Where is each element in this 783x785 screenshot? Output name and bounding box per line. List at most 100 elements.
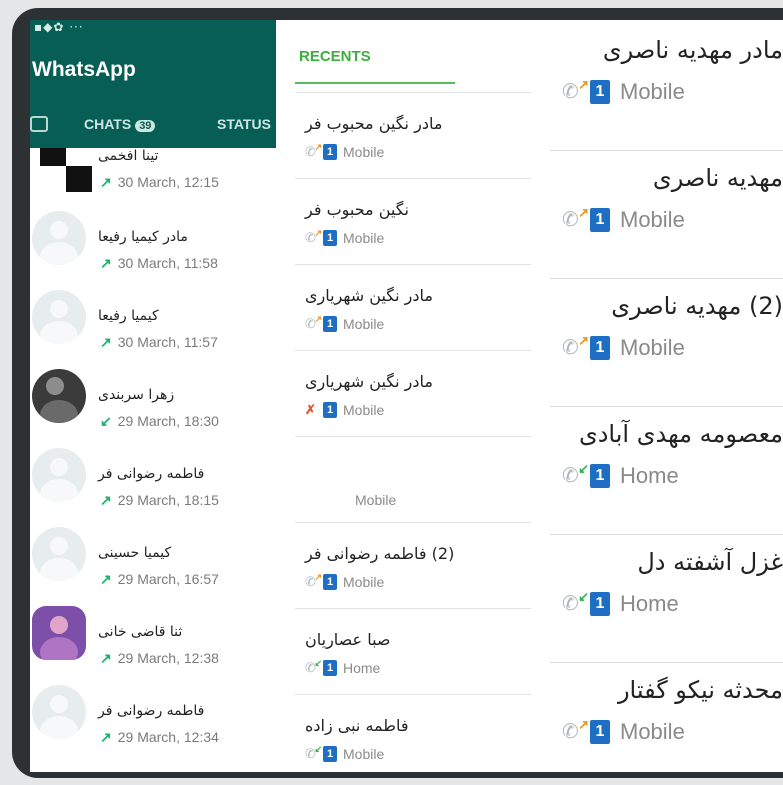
sim-1-icon: 1	[323, 316, 337, 332]
avatar[interactable]	[32, 211, 86, 265]
call-time-text: 29 March, 18:30	[117, 413, 219, 429]
number-type: Mobile	[343, 316, 385, 332]
call-time: ↗ 29 March, 12:34	[100, 729, 219, 746]
recent-item[interactable]: Mobile	[295, 444, 531, 524]
arrow-out-icon: ↗	[578, 205, 589, 220]
call-row[interactable]: زهرا سربندی ↙ 29 March, 18:30	[30, 357, 276, 436]
caller-name: کیمیا رفیعا	[98, 308, 159, 324]
call-time-text: 29 March, 12:38	[117, 650, 219, 666]
contact-call-meta: ✆ ↙ 1 Home	[562, 589, 679, 617]
outgoing-arrow-icon: ↗	[100, 650, 112, 666]
call-time-text: 29 March, 12:34	[117, 729, 219, 745]
caller-name: ثنا قاضی خانی	[98, 624, 183, 640]
contact-name: محدثه نیکو گفتار	[617, 676, 783, 704]
avatar[interactable]	[32, 606, 86, 660]
tab-chats-label: CHATS	[84, 116, 132, 132]
call-row[interactable]: کیمیا رفیعا ↗ 30 March, 11:57	[30, 278, 276, 357]
recent-call-meta: ✆ ↙ 1 Home	[305, 658, 380, 676]
recent-item[interactable]: فاطمه نبی زاده ✆ ↙ 1 Mobile	[295, 702, 531, 772]
contact-item[interactable]: معصومه مهدی آبادی ✆ ↙ 1 Home	[550, 418, 783, 528]
number-type: Mobile	[620, 207, 685, 232]
sim-1-icon: 1	[590, 208, 610, 232]
sim-1-icon: 1	[323, 574, 337, 590]
recent-contact-name: مادر نگین محبوب فر	[305, 114, 443, 133]
call-time: ↗ 29 March, 16:57	[100, 571, 219, 588]
sim-1-icon: 1	[590, 336, 610, 360]
contact-name: (2) مهدیه ناصری	[611, 292, 783, 320]
sim-1-icon: 1	[590, 720, 610, 744]
number-type: Mobile	[343, 402, 385, 418]
arrow-in-icon: ↙	[578, 461, 589, 476]
call-time-text: 29 March, 16:57	[117, 571, 219, 587]
arrow-out-icon: ↗	[578, 717, 589, 732]
contact-call-meta: ✆ ↗ 1 Mobile	[562, 205, 685, 233]
avatar[interactable]	[32, 448, 86, 502]
recent-item[interactable]: (2) فاطمه رضوانی فر ✆ ↗ 1 Mobile	[295, 530, 531, 610]
contact-name: غزل آشفته دل	[637, 548, 783, 576]
contact-name: مهدیه ناصری	[652, 164, 783, 192]
contact-item[interactable]: غزل آشفته دل ✆ ↙ 1 Home	[550, 546, 783, 656]
contact-item[interactable]: (2) مهدیه ناصری ✆ ↗ 1 Mobile	[550, 290, 783, 400]
avatar[interactable]	[32, 527, 86, 581]
tab-status[interactable]: STATUS	[217, 116, 271, 132]
arrow-in-icon: ↙	[314, 744, 322, 754]
call-row[interactable]: کیمیا حسینی ↗ 29 March, 16:57	[30, 515, 276, 594]
recent-item[interactable]: مادر نگین شهریاری ✆ ↗ 1 Mobile	[295, 272, 531, 352]
recent-contact-name: فاطمه نبی زاده	[305, 716, 409, 735]
recent-item[interactable]: صبا عصاریان ✆ ↙ 1 Home	[295, 616, 531, 696]
number-type: Home	[620, 463, 679, 488]
recents-tab[interactable]: RECENTS	[299, 48, 371, 65]
call-time-text: 29 March, 18:15	[117, 492, 219, 508]
arrow-out-icon: ↗	[314, 228, 322, 238]
call-time-text: 30 March, 11:57	[117, 334, 218, 350]
divider	[295, 694, 531, 695]
avatar[interactable]	[32, 369, 86, 423]
caller-name: کیمیا حسینی	[98, 545, 172, 561]
number-type: Mobile	[620, 79, 685, 104]
outgoing-arrow-icon: ↗	[100, 334, 112, 350]
divider	[295, 436, 531, 437]
outgoing-call-icon: ✆ ↗	[305, 228, 322, 245]
contact-call-meta: ✆ ↗ 1 Mobile	[562, 77, 685, 105]
recent-item[interactable]: نگین محبوب فر ✆ ↗ 1 Mobile	[295, 186, 531, 266]
sim-1-icon: 1	[590, 464, 610, 488]
contacts-panel: مادر مهدیه ناصری ✆ ↗ 1 Mobile مهدیه ناصری ✆ ↗ 1 M…	[550, 20, 783, 772]
recent-call-meta: ✆ ↗ 1 Mobile	[305, 142, 384, 160]
recents-tab-indicator	[295, 82, 455, 84]
recent-item[interactable]: مادر نگین محبوب فر ✆ ↗ 1 Mobile	[295, 100, 531, 180]
call-row[interactable]: فاطمه رضوانی فر ↗ 29 March, 12:34	[30, 673, 276, 752]
contact-item[interactable]: مهدیه ناصری ✆ ↗ 1 Mobile	[550, 162, 783, 272]
tab-chats[interactable]: CHATS 39	[84, 116, 156, 132]
call-row[interactable]: مادر کیمیا رفیعا ↗ 30 March, 11:58	[30, 199, 276, 278]
avatar[interactable]	[32, 290, 86, 344]
caller-name: تینا افخمی	[98, 148, 159, 164]
call-row[interactable]: فاطمه رضوانی فر ↗ 29 March, 18:15	[30, 436, 276, 515]
recent-item[interactable]: مادر نگین شهریاری ✗ 1 Mobile	[295, 358, 531, 438]
outgoing-arrow-icon: ↗	[100, 492, 112, 508]
divider	[550, 150, 783, 151]
arrow-out-icon: ↗	[314, 572, 322, 582]
recent-contact-name: صبا عصاریان	[305, 630, 391, 649]
sim-1-icon: 1	[323, 746, 337, 762]
call-time: ↗ 30 March, 11:58	[100, 255, 218, 272]
number-type: Mobile	[620, 719, 685, 744]
sim-1-icon: 1	[323, 230, 337, 246]
screen: ▪◆✿ ··· WhatsApp CHATS 39 STATUS تینا افخ…	[30, 20, 783, 772]
sim-1-icon: 1	[323, 144, 337, 160]
outgoing-call-icon: ✆ ↗	[305, 314, 322, 331]
camera-icon[interactable]	[30, 116, 48, 132]
divider	[295, 522, 531, 523]
number-type: Mobile	[620, 335, 685, 360]
caller-name: فاطمه رضوانی فر	[98, 466, 205, 482]
divider	[295, 350, 531, 351]
contact-item[interactable]: مادر مهدیه ناصری ✆ ↗ 1 Mobile	[550, 34, 783, 144]
contact-item[interactable]: محدثه نیکو گفتار ✆ ↗ 1 Mobile	[550, 674, 783, 772]
missed-call-icon: ✗	[305, 402, 316, 417]
number-type: Mobile	[343, 746, 385, 762]
recent-call-meta: ✆ ↗ 1 Mobile	[305, 572, 384, 590]
arrow-in-icon: ↙	[314, 658, 322, 668]
call-row[interactable]: ثنا قاضی خانی ↗ 29 March, 12:38	[30, 594, 276, 673]
outgoing-arrow-icon: ↗	[100, 571, 112, 587]
whatsapp-calls-panel: ▪◆✿ ··· WhatsApp CHATS 39 STATUS تینا افخ…	[30, 20, 276, 772]
avatar[interactable]	[32, 685, 86, 739]
